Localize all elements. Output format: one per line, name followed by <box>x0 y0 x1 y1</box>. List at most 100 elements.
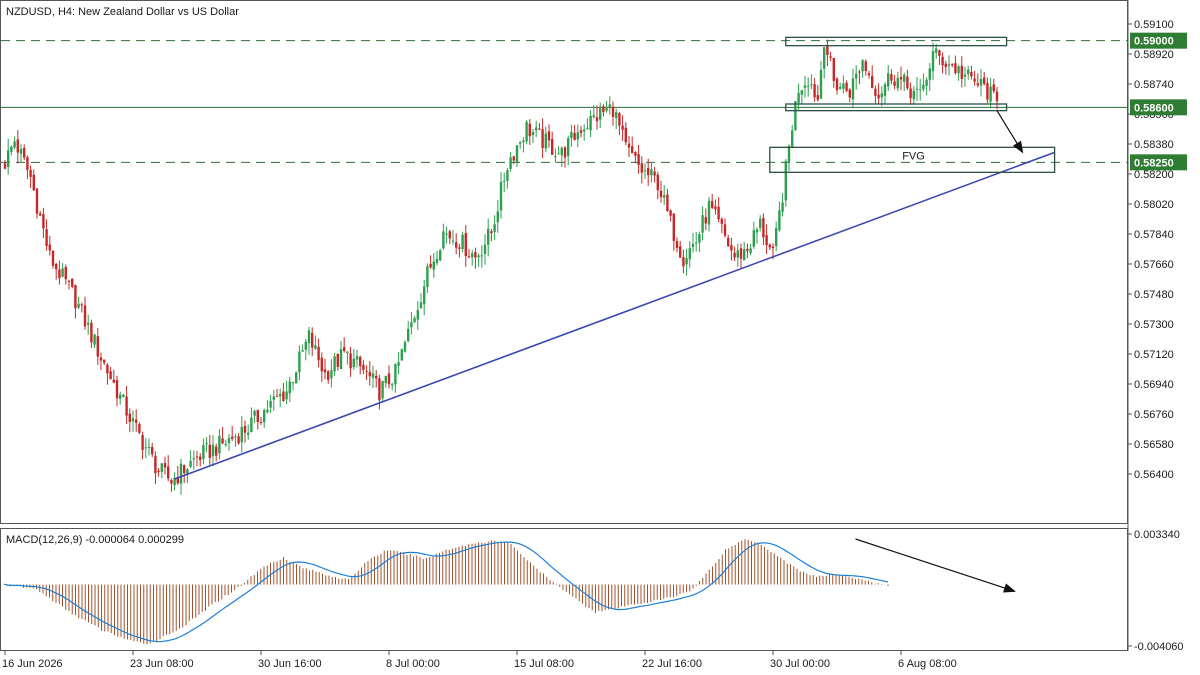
chart-root: NZDUSD, H4: New Zealand Dollar vs US Dol… <box>0 0 1187 670</box>
candle-body <box>381 380 384 399</box>
candle-body <box>288 381 291 394</box>
candle-body <box>7 150 10 167</box>
candle-body <box>506 170 509 181</box>
candle-body <box>480 255 483 257</box>
candle-body <box>746 248 749 251</box>
candle-body <box>423 286 426 305</box>
candle-body <box>922 84 925 90</box>
candle-body <box>698 234 701 243</box>
candle-body <box>531 131 535 136</box>
candle-body <box>848 89 851 98</box>
candle-body <box>845 82 848 91</box>
candle-body <box>362 364 365 370</box>
candle-body <box>803 85 807 88</box>
candle-body <box>912 90 915 100</box>
candle-body <box>915 88 919 90</box>
candle-body <box>951 64 954 66</box>
candle-body <box>653 171 656 176</box>
candle-body <box>74 284 77 309</box>
candle-body <box>359 356 362 367</box>
price-tick-label: 0.57120 <box>1134 349 1174 361</box>
candle-body <box>864 61 867 71</box>
macd-title: MACD(12,26,9) -0.000064 0.000299 <box>6 534 184 546</box>
candle-body <box>762 217 765 238</box>
candle-body <box>483 244 487 254</box>
candle-body <box>279 393 282 397</box>
candle-body <box>983 77 986 84</box>
candle-body <box>298 351 301 373</box>
candle-body <box>413 317 416 323</box>
candle-body <box>80 304 83 306</box>
level-price-tag-label: 0.58250 <box>1134 157 1174 169</box>
time-tick-label: 8 Jul 00:00 <box>386 658 440 670</box>
candle-body <box>227 437 231 444</box>
candle-body <box>71 278 74 287</box>
candle-body <box>23 147 26 158</box>
candle-body <box>368 371 371 377</box>
candle-body <box>663 195 666 198</box>
candle-body <box>567 138 570 157</box>
candle-body <box>365 371 368 373</box>
candle-body <box>199 456 202 460</box>
candle-body <box>131 418 135 422</box>
candle-body <box>627 143 631 148</box>
candle-body <box>384 375 387 384</box>
time-axis: 16 Jun 2026 23 Jun 08:00 30 Jun 16:00 8 Jul… <box>2 651 957 670</box>
candle-body <box>10 146 13 152</box>
time-tick-label: 16 Jun 2026 <box>2 658 63 670</box>
candle-body <box>595 117 599 122</box>
candle-body <box>727 237 730 247</box>
price-tick-label: 0.58380 <box>1134 139 1174 151</box>
candle-body <box>903 74 906 82</box>
candle-body <box>739 248 743 259</box>
candle-body <box>442 231 445 249</box>
main-chart-title: NZDUSD, H4: New Zealand Dollar vs US Dol… <box>6 6 239 18</box>
candle-body <box>813 84 816 98</box>
candle-body <box>490 231 493 234</box>
candle-body <box>781 202 784 212</box>
candle-body <box>371 373 375 378</box>
candle-body <box>311 332 314 348</box>
candle-body <box>247 432 250 435</box>
candle-body <box>349 353 352 369</box>
candle-body <box>215 446 218 456</box>
candle-body <box>323 369 327 373</box>
candle-body <box>179 463 183 484</box>
candle-body <box>125 396 128 416</box>
candle-body <box>256 410 259 422</box>
time-tick-label: 15 Jul 08:00 <box>514 658 574 670</box>
candle-body <box>624 127 627 143</box>
candle-body <box>211 445 215 457</box>
candle-body <box>106 364 109 374</box>
candle-body <box>519 142 522 144</box>
price-tick-label: 0.58740 <box>1134 79 1174 91</box>
candle-body <box>941 56 944 66</box>
price-tick-label: 0.58200 <box>1134 169 1174 181</box>
candle-body <box>429 263 432 268</box>
candle-body <box>973 78 976 82</box>
candle-body <box>733 252 736 258</box>
candle-body <box>775 228 778 247</box>
candle-body <box>816 95 819 100</box>
candle-body <box>992 84 995 92</box>
candle-body <box>195 456 199 458</box>
candle-body <box>400 349 403 361</box>
candle-body <box>925 79 928 86</box>
price-tick-label: 0.59100 <box>1134 19 1174 31</box>
candle-body <box>237 436 240 444</box>
level-price-tag-label: 0.59000 <box>1134 36 1174 48</box>
candle-body <box>957 66 960 74</box>
candle-body <box>352 358 355 368</box>
candle-body <box>339 349 343 369</box>
time-tick-label: 30 Jun 16:00 <box>258 658 322 670</box>
candle-body <box>579 130 583 133</box>
candle-body <box>659 190 663 198</box>
candle-body <box>154 455 157 474</box>
candle-body <box>970 71 973 77</box>
candle-body <box>599 108 602 120</box>
candle-body <box>989 86 992 102</box>
candle-body <box>570 131 573 139</box>
candle-body <box>64 267 67 280</box>
candle-body <box>55 263 58 270</box>
candle-body <box>109 371 112 380</box>
